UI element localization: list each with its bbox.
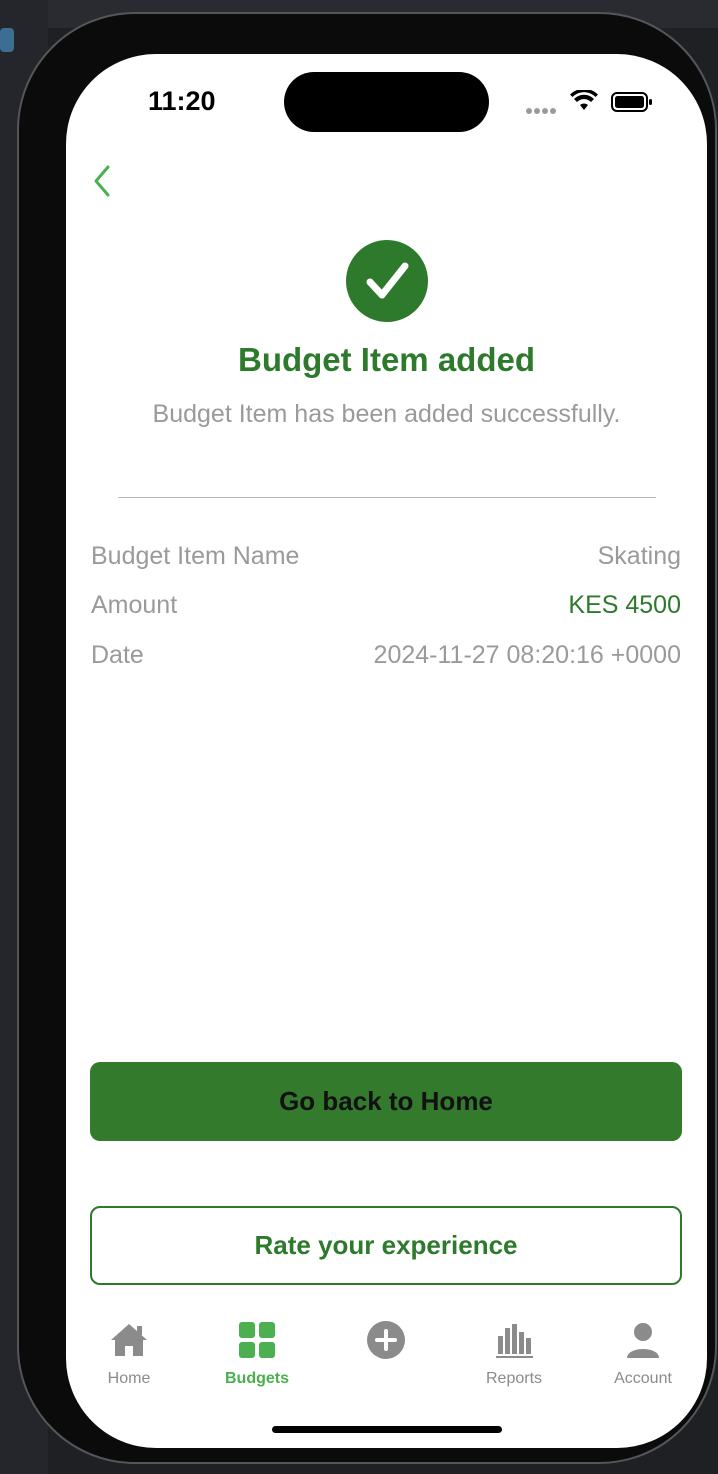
tab-budgets[interactable]: Budgets [202, 1308, 312, 1398]
tab-label: Reports [485, 1370, 543, 1387]
success-checkmark-icon [346, 240, 428, 322]
success-message: Budget Item has been added successfully. [152, 400, 621, 428]
tab-label: Account [614, 1370, 672, 1387]
wifi-icon [570, 90, 598, 110]
app-screen: 11:20 Budget Item added Budget Item has … [66, 54, 707, 1448]
rate-experience-button[interactable]: Rate your experience [90, 1206, 682, 1285]
tab-reports[interactable]: Reports [459, 1308, 569, 1398]
phone-frame: 11:20 Budget Item added Budget Item has … [17, 12, 717, 1464]
tab-label: Home [107, 1370, 151, 1387]
detail-value: 2024-11-27 08:20:16 +0000 [373, 641, 681, 669]
house-icon [111, 1324, 147, 1356]
cellular-signal-icon [526, 101, 560, 114]
detail-label: Budget Item Name [91, 542, 300, 570]
tab-account[interactable]: Account [588, 1308, 698, 1398]
detail-value: KES 4500 [568, 591, 681, 619]
divider [118, 497, 656, 498]
dynamic-island [284, 72, 489, 132]
back-chevron-icon[interactable] [88, 162, 118, 200]
go-home-button[interactable]: Go back to Home [90, 1062, 682, 1141]
plus-circle-icon [367, 1321, 405, 1359]
battery-icon [611, 92, 652, 112]
tab-home[interactable]: Home [74, 1308, 184, 1398]
grid-icon [239, 1322, 275, 1358]
detail-value: Skating [597, 542, 681, 570]
detail-row-name: Budget Item Name Skating [91, 542, 681, 578]
home-indicator [272, 1426, 502, 1433]
person-icon [627, 1323, 659, 1358]
success-title: Budget Item added [237, 341, 536, 378]
tab-label: Budgets [225, 1370, 289, 1387]
bar-chart-icon [496, 1324, 533, 1358]
detail-label: Date [91, 641, 144, 669]
tab-bar: Home Budgets Reports Account [66, 1308, 707, 1398]
detail-label: Amount [91, 591, 178, 619]
background-editor-chip [0, 28, 14, 52]
detail-row-date: Date 2024-11-27 08:20:16 +0000 [91, 641, 681, 677]
detail-row-amount: Amount KES 4500 [91, 591, 681, 627]
tab-add[interactable] [331, 1308, 441, 1398]
status-time: 11:20 [148, 86, 216, 116]
